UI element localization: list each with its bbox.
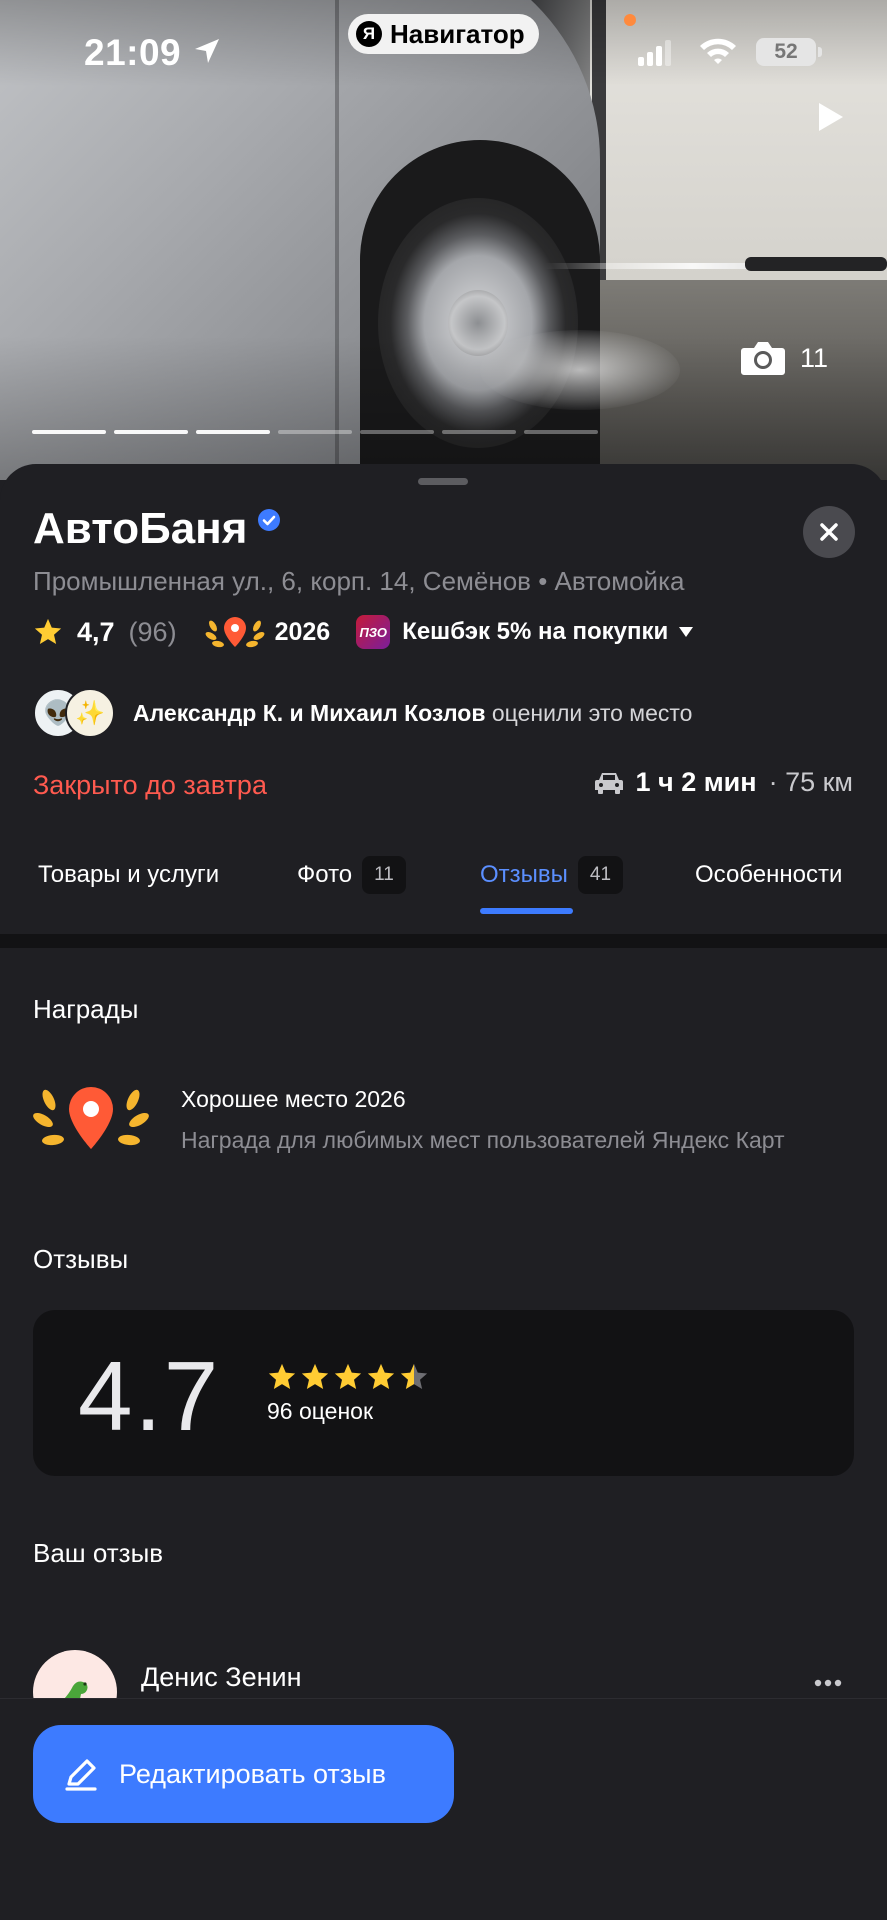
place-title: АвтоБаня — [33, 504, 248, 553]
verified-icon — [258, 509, 281, 531]
tab-goods-services[interactable]: Товары и услуги — [38, 852, 219, 898]
more-icon[interactable] — [813, 1678, 843, 1688]
camera-icon — [741, 342, 785, 375]
tab-features[interactable]: Особенности — [695, 852, 842, 898]
rating-summary-card: 4.7 96 оценок — [33, 1310, 854, 1476]
reviews-heading: Отзывы — [33, 1244, 129, 1274]
status-bar: 21:09 Я Навигатор 52 — [0, 0, 887, 100]
gallery-progress-segment — [278, 430, 352, 434]
award-laurel-icon[interactable] — [205, 614, 265, 650]
gallery-progress-segment — [196, 430, 270, 434]
your-review-heading: Ваш отзыв — [33, 1538, 164, 1568]
tab-label: Фото — [297, 861, 353, 888]
tab-label: Товары и услуги — [38, 861, 220, 888]
status-time: 21:09 — [84, 32, 182, 73]
battery-indicator: 52 — [756, 38, 822, 66]
route-duration: 1 ч 2 мин — [635, 767, 757, 797]
award-texts: Хорошее место 2026 Награда для любимых м… — [181, 1086, 785, 1154]
sheet-grabber[interactable] — [418, 478, 468, 485]
award-title: Хорошее место 2026 — [181, 1086, 406, 1112]
recording-indicator — [624, 14, 636, 26]
award-description: Награда для любимых мест пользователей Я… — [181, 1127, 785, 1153]
friends-rated-row[interactable]: 👽 ✨ Александр К. и Михаил Козлов оценили… — [33, 686, 692, 740]
close-icon — [820, 523, 838, 541]
edit-review-label: Редактировать отзыв — [119, 1758, 386, 1789]
close-button[interactable] — [803, 506, 855, 558]
cashback-partner-logo: ПЗО — [356, 615, 391, 649]
tab-reviews[interactable]: Отзывы 41 — [480, 852, 624, 898]
rating-count[interactable]: (96) — [129, 617, 177, 648]
place-address[interactable]: Промышленная ул., 6, корп. 14, Семёнов •… — [33, 566, 684, 597]
rating-value[interactable]: 4,7 — [77, 617, 115, 648]
award-year[interactable]: 2026 — [275, 618, 331, 647]
star-icon — [268, 1363, 296, 1389]
friends-rated-text: Александр К. и Михаил Козлов оценили это… — [133, 700, 692, 727]
car-icon — [594, 772, 623, 794]
star-icon — [334, 1363, 362, 1389]
tab-label: Отзывы — [480, 861, 568, 888]
route-distance: · 75 км — [768, 767, 853, 797]
route-info[interactable]: 1 ч 2 мин · 75 км — [594, 767, 853, 798]
caret-down-icon[interactable] — [678, 626, 694, 638]
rating-big-value: 4.7 — [78, 1341, 221, 1451]
place-meta-row: 4,7 (96) 2026 ПЗО Кешбэк 5% на покупки — [33, 614, 694, 650]
gallery-progress-segment — [114, 430, 188, 434]
friends-names: Александр К. и Михаил Козлов — [133, 699, 486, 726]
photo-counter[interactable]: 11 — [740, 340, 828, 376]
yandex-logo-icon: Я — [356, 21, 382, 47]
tab-photos[interactable]: Фото 11 — [297, 852, 406, 898]
gallery-progress-segment — [32, 430, 106, 434]
edit-review-button[interactable]: Редактировать отзыв — [33, 1725, 454, 1823]
section-divider — [0, 934, 887, 948]
wifi-icon — [700, 38, 736, 64]
signal-icon — [638, 40, 671, 66]
pencil-icon — [65, 1759, 97, 1791]
rating-votes: 96 оценок — [267, 1398, 374, 1424]
tab-label: Особенности — [695, 861, 843, 888]
friends-suffix: оценили это место — [485, 699, 693, 726]
navigator-back-pill[interactable]: Я Навигатор — [348, 14, 539, 54]
award-laurel-icon — [33, 1087, 149, 1149]
active-tab-indicator — [480, 908, 573, 914]
place-tabs: Товары и услуги Фото 11 Отзывы 41 Особен… — [0, 852, 887, 932]
tab-count: 11 — [362, 856, 406, 894]
play-icon[interactable] — [812, 100, 846, 134]
user-name: Денис Зенин — [141, 1662, 302, 1692]
place-title-row: АвтоБаня — [33, 504, 281, 554]
location-arrow-icon — [195, 39, 219, 63]
gallery-progress-segment — [442, 430, 516, 434]
star-icon — [301, 1363, 329, 1389]
star-icon — [400, 1363, 428, 1389]
gallery-progress-segment — [524, 430, 598, 434]
photo-count: 11 — [800, 342, 829, 373]
star-icon — [367, 1363, 395, 1389]
friend-avatar: ✨ — [65, 688, 115, 738]
navigator-label: Навигатор — [390, 18, 525, 49]
gallery-progress — [32, 430, 598, 434]
awards-heading: Награды — [33, 994, 139, 1024]
rating-stars — [267, 1362, 429, 1392]
gallery-progress-segment — [360, 430, 434, 434]
opening-status[interactable]: Закрыто до завтра — [33, 770, 267, 801]
tab-count: 41 — [577, 856, 624, 894]
star-icon — [34, 618, 62, 644]
cashback-label[interactable]: Кешбэк 5% на покупки — [402, 618, 668, 646]
award-item[interactable]: Хорошее место 2026 Награда для любимых м… — [33, 1084, 785, 1156]
